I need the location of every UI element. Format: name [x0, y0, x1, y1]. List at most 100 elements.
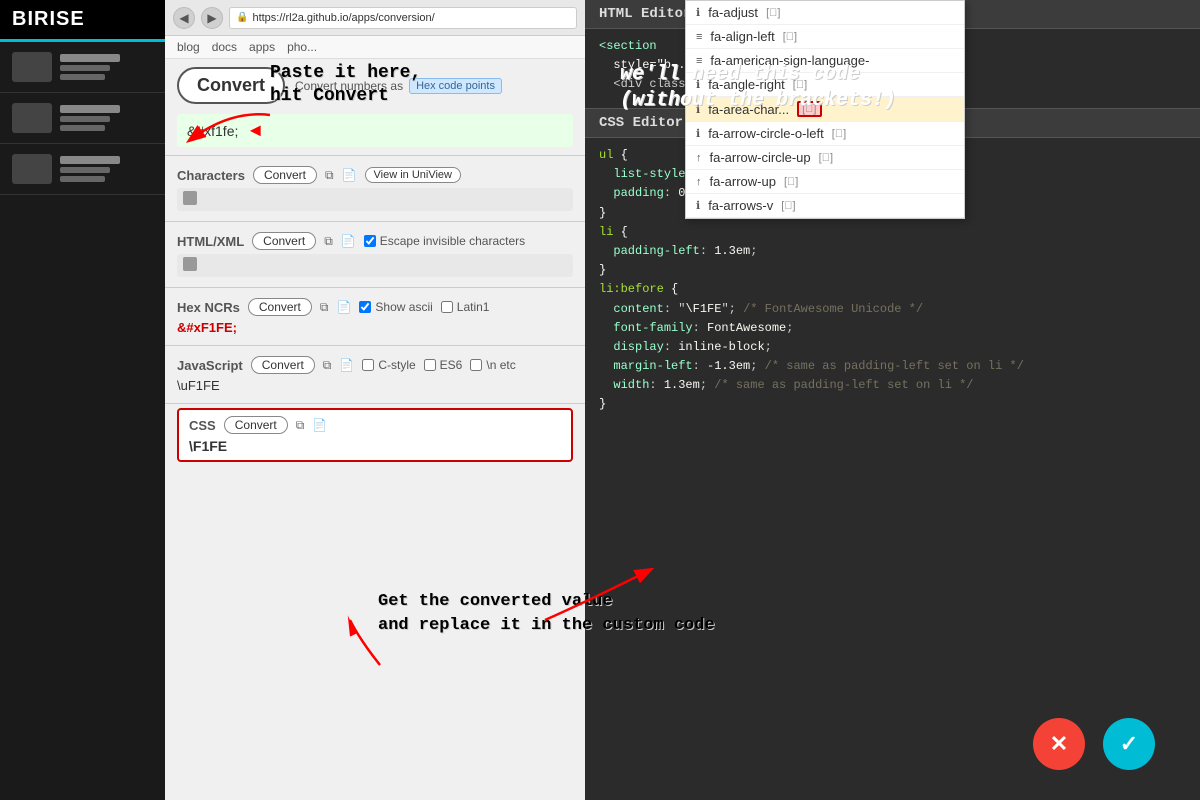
dropdown-item-fa-area-char[interactable]: ℹ fa-area-char... []: [686, 97, 964, 122]
characters-convert-btn[interactable]: Convert: [253, 166, 317, 184]
sidebar-thumb-2: [12, 103, 52, 133]
dropdown-label-3: fa-american-sign-language-: [710, 53, 869, 68]
css-line-9: content: "\F1FE"; /* FontAwesome Unicode…: [599, 300, 1186, 319]
css-line-8: li:before {: [599, 280, 1186, 299]
css-line-6: padding-left: 1.3em;: [599, 242, 1186, 261]
hex-output-value: &#xf1fe;: [187, 123, 238, 139]
cancel-button[interactable]: ✕: [1033, 718, 1085, 770]
converter-panel: ◀ ▶ 🔒 https://rl2a.github.io/apps/conver…: [165, 0, 585, 800]
hex-badge: Hex code points: [409, 78, 502, 94]
file-icon-htmlxml[interactable]: 📄: [341, 234, 356, 248]
sidebar-thumb-1: [12, 52, 52, 82]
netc-checkbox[interactable]: \n etc: [470, 358, 515, 372]
nav-link-blog[interactable]: blog: [177, 40, 200, 54]
htmlxml-content: [177, 254, 573, 277]
dropdown-item-fa-align-left[interactable]: ≡ fa-align-left []: [686, 25, 964, 49]
javascript-convert-btn[interactable]: Convert: [251, 356, 315, 374]
brand-logo: BIRISE: [0, 0, 165, 42]
hexncrs-value: &#xF1FE;: [177, 320, 573, 335]
css-value: \F1FE: [189, 438, 561, 454]
css-line-13: width: 1.3em; /* same as padding-left se…: [599, 376, 1186, 395]
show-ascii-label: Show ascii: [375, 300, 432, 314]
info-icon-1: ℹ: [696, 6, 700, 19]
dropdown-code-5: []: [797, 101, 821, 117]
show-ascii-checkbox[interactable]: Show ascii: [359, 300, 432, 314]
forward-btn[interactable]: ▶: [201, 7, 223, 29]
css-line-12: margin-left: -1.3em; /* same as padding-…: [599, 357, 1186, 376]
htmlxml-label: HTML/XML: [177, 234, 244, 249]
dropdown-label-9: fa-arrows-v: [708, 198, 773, 213]
angle-icon-4: ℹ: [696, 78, 700, 91]
file-icon-css[interactable]: 📄: [312, 418, 327, 432]
nav-link-docs[interactable]: docs: [212, 40, 237, 54]
dropdown-item-fa-angle-right[interactable]: ℹ fa-angle-right []: [686, 73, 964, 97]
copy-icon-css[interactable]: ⧉: [296, 418, 305, 433]
css-line-5: li {: [599, 223, 1186, 242]
latin1-checkbox[interactable]: Latin1: [441, 300, 490, 314]
dropdown-label-7: fa-arrow-circle-up: [710, 150, 811, 165]
characters-section: Characters Convert ⧉ 📄 View in UniView: [165, 160, 585, 217]
htmlxml-section: HTML/XML Convert ⧉ 📄 Escape invisible ch…: [165, 226, 585, 283]
arrow-circ-icon-6: ℹ: [696, 127, 700, 140]
hexncrs-label: Hex NCRs: [177, 300, 240, 315]
nav-link-apps[interactable]: apps: [249, 40, 275, 54]
char-icon: [183, 191, 197, 205]
nav-link-pho[interactable]: pho...: [287, 40, 317, 54]
dropdown-item-fa-arrow-circle-left[interactable]: ℹ fa-arrow-circle-o-left []: [686, 122, 964, 146]
file-icon-hexncrs[interactable]: 📄: [336, 300, 351, 314]
css-label: CSS: [189, 418, 216, 433]
browser-bar: ◀ ▶ 🔒 https://rl2a.github.io/apps/conver…: [165, 0, 585, 36]
dropdown-code-8: []: [784, 176, 798, 188]
es6-label: ES6: [440, 358, 463, 372]
sidebar-item-2[interactable]: [0, 93, 165, 144]
dropdown-label-6: fa-arrow-circle-o-left: [708, 126, 824, 141]
url-bar[interactable]: 🔒 https://rl2a.github.io/apps/conversion…: [229, 7, 577, 29]
css-line-14: }: [599, 395, 1186, 414]
dropdown-code-4: []: [793, 79, 807, 91]
css-line-11: display: inline-block;: [599, 338, 1186, 357]
dropdown-code-1: []: [766, 7, 780, 19]
javascript-section: JavaScript Convert ⧉ 📄 C-style ES6 \n et…: [165, 350, 585, 399]
confirm-button[interactable]: ✓: [1103, 718, 1155, 770]
javascript-value: \uF1FE: [177, 378, 573, 393]
convert-main-button[interactable]: Convert: [177, 67, 285, 104]
hex-output-box: &#xf1fe; ◄: [177, 114, 573, 147]
escape-invisible-checkbox[interactable]: Escape invisible characters: [364, 234, 525, 248]
dropdown-item-fa-arrows-v[interactable]: ℹ fa-arrows-v []: [686, 194, 964, 218]
dropdown-label-8: fa-arrow-up: [710, 174, 776, 189]
numbers-label: Convert numbers as Hex code points: [295, 78, 502, 94]
dropdown-item-fa-arrow-circle-up[interactable]: ↑ fa-arrow-circle-up []: [686, 146, 964, 170]
lock-icon: 🔒: [236, 12, 248, 23]
dropdown-item-fa-asl[interactable]: ≡ fa-american-sign-language-: [686, 49, 964, 73]
cstyle-checkbox[interactable]: C-style: [362, 358, 415, 372]
dropdown-code-7: []: [819, 152, 833, 164]
htmlxml-convert-btn[interactable]: Convert: [252, 232, 316, 250]
sidebar-item-3[interactable]: [0, 144, 165, 195]
asl-icon-3: ≡: [696, 55, 702, 67]
dropdown-item-fa-adjust[interactable]: ℹ fa-adjust []: [686, 1, 964, 25]
file-icon-characters[interactable]: 📄: [342, 168, 357, 182]
netc-label: \n etc: [486, 358, 515, 372]
es6-checkbox[interactable]: ES6: [424, 358, 463, 372]
cstyle-label: C-style: [378, 358, 415, 372]
dropdown-menu[interactable]: ℹ fa-adjust [] ≡ fa-align-left [] ≡ fa…: [685, 0, 965, 219]
copy-icon-htmlxml[interactable]: ⧉: [324, 234, 333, 249]
back-btn[interactable]: ◀: [173, 7, 195, 29]
copy-icon-js[interactable]: ⧉: [323, 358, 332, 373]
copy-icon-characters[interactable]: ⧉: [325, 168, 334, 183]
sidebar-item-1[interactable]: [0, 42, 165, 93]
copy-icon-hexncrs[interactable]: ⧉: [320, 300, 329, 315]
view-in-uniview-btn[interactable]: View in UniView: [365, 167, 461, 183]
file-icon-js[interactable]: 📄: [339, 358, 354, 372]
escape-invisible-label: Escape invisible characters: [380, 234, 525, 248]
nav-links: blog docs apps pho...: [165, 36, 585, 59]
hexncrs-convert-btn[interactable]: Convert: [248, 298, 312, 316]
sidebar-text-3: [60, 156, 120, 182]
css-convert-btn[interactable]: Convert: [224, 416, 288, 434]
sidebar-text-2: [60, 105, 120, 131]
dropdown-item-fa-arrow-up[interactable]: ↑ fa-arrow-up []: [686, 170, 964, 194]
dropdown-label-5: fa-area-char...: [708, 102, 789, 117]
url-text: https://rl2a.github.io/apps/conversion/: [252, 12, 434, 24]
characters-label: Characters: [177, 168, 245, 183]
css-section: CSS Convert ⧉ 📄 \F1FE: [177, 408, 573, 462]
